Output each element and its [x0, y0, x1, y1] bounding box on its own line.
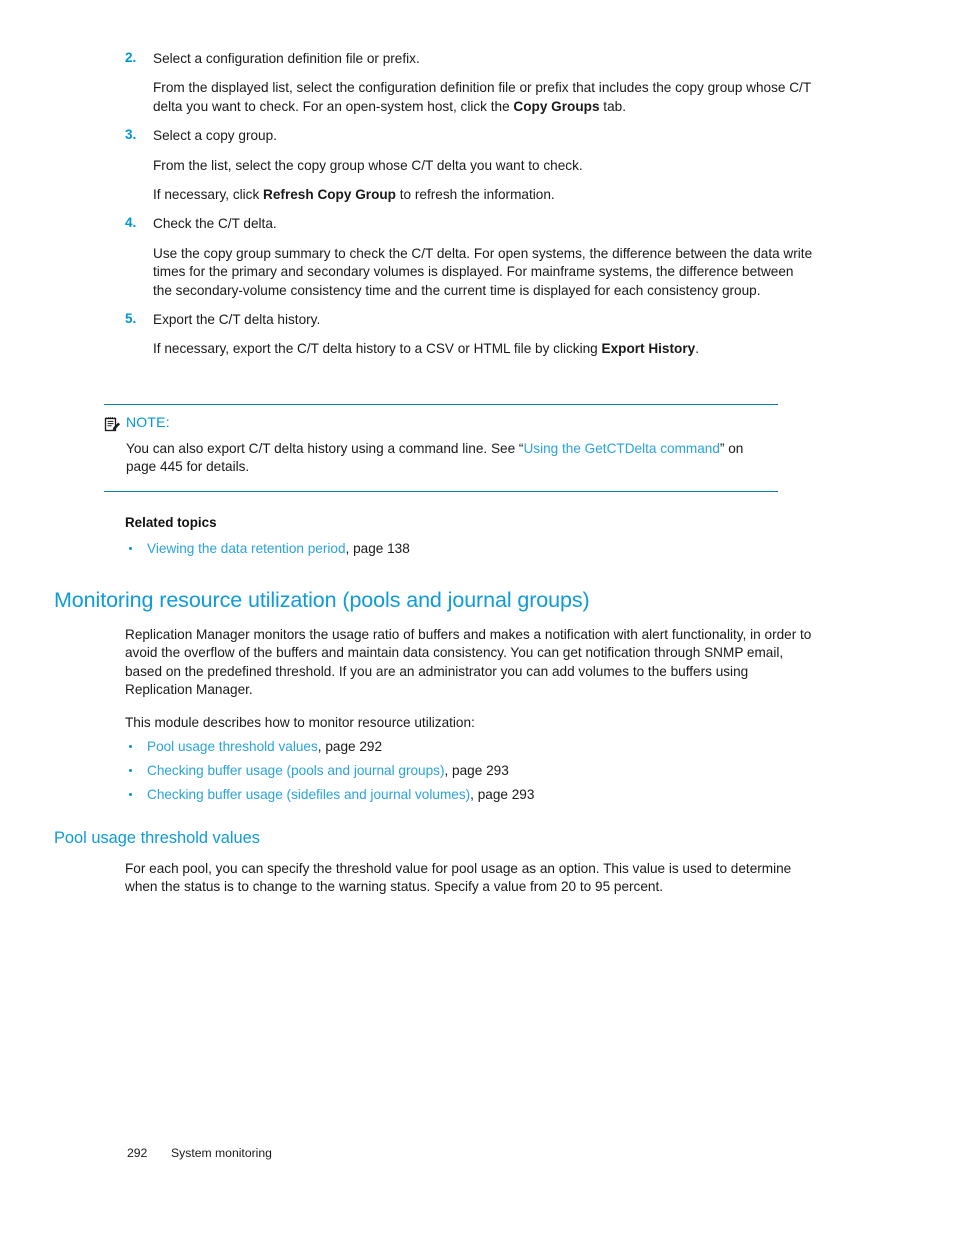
step-number: 4. — [125, 215, 137, 231]
footer-page-number: 292 — [127, 1146, 148, 1160]
step-text: From the displayed list, select the conf… — [153, 80, 811, 114]
list-item: Viewing the data retention period, page … — [125, 540, 815, 558]
note-rule-top — [104, 404, 778, 405]
subsection-paragraph: For each pool, you can specify the thres… — [125, 861, 792, 895]
step-number: 3. — [125, 127, 137, 143]
step-text: If necessary, click — [153, 187, 264, 203]
note-label: NOTE: — [126, 414, 170, 430]
section-link-list: Pool usage threshold values, page 292 Ch… — [125, 738, 815, 810]
step-content: Export the C/T delta history. If necessa… — [153, 311, 815, 359]
step-paragraph: From the displayed list, select the conf… — [153, 79, 815, 116]
note-body: You can also export C/T delta history us… — [126, 440, 776, 477]
ui-label-copy-groups: Copy Groups — [513, 98, 600, 114]
bullet-icon — [129, 768, 133, 773]
list-item: Pool usage threshold values, page 292 — [125, 738, 815, 756]
section-body: Replication Manager monitors the usage r… — [125, 626, 815, 746]
bullet-icon — [129, 745, 133, 749]
step-text-tail: . — [695, 341, 699, 357]
step-text: If necessary, export the C/T delta histo… — [153, 341, 602, 357]
bullet-icon — [129, 547, 133, 551]
module-link[interactable]: Checking buffer usage (pools and journal… — [147, 763, 445, 778]
section-paragraph: This module describes how to monitor res… — [125, 714, 475, 730]
module-link[interactable]: Checking buffer usage (sidefiles and jou… — [147, 787, 470, 802]
module-link-page: , page 293 — [470, 786, 535, 802]
related-link[interactable]: Viewing the data retention period — [147, 541, 346, 556]
module-link[interactable]: Pool usage threshold values — [147, 739, 318, 754]
step-content: Select a configuration definition file o… — [153, 50, 815, 116]
note-rule-bottom — [104, 490, 778, 492]
section-paragraph: Replication Manager monitors the usage r… — [125, 627, 812, 698]
related-link-page: , page 138 — [345, 541, 410, 556]
step-text-tail: tab. — [599, 98, 626, 114]
subsection-heading: Pool usage threshold values — [54, 829, 260, 847]
step-title: Check the C/T delta. — [153, 216, 277, 232]
related-topics-list: Viewing the data retention period, page … — [125, 540, 815, 558]
procedure-step: 3. Select a copy group. From the list, s… — [125, 127, 815, 204]
module-topics-list: Pool usage threshold values, page 292 Ch… — [125, 738, 815, 804]
section-heading: Monitoring resource utilization (pools a… — [54, 588, 590, 612]
step-paragraph: From the list, select the copy group who… — [153, 157, 583, 173]
step-paragraph: If necessary, export the C/T delta histo… — [153, 340, 815, 358]
step-content: Check the C/T delta. Use the copy group … — [153, 215, 815, 300]
related-topics: Related topics Viewing the data retentio… — [125, 515, 815, 564]
step-paragraph: Use the copy group summary to check the … — [153, 245, 813, 298]
note-cross-reference-link[interactable]: Using the GetCTDelta command — [523, 441, 719, 456]
bullet-icon — [129, 792, 133, 797]
step-text-tail: to refresh the information. — [395, 187, 555, 203]
document-page: 2. Select a configuration definition fil… — [0, 0, 954, 1235]
step-title: Select a configuration definition file o… — [153, 51, 420, 66]
procedure-step: 2. Select a configuration definition fil… — [125, 50, 815, 116]
procedure-step: 4. Check the C/T delta. Use the copy gro… — [125, 215, 815, 300]
note-header: NOTE: — [104, 414, 778, 434]
module-link-page: , page 292 — [317, 739, 383, 754]
step-paragraph: If necessary, click Refresh Copy Group t… — [153, 186, 815, 204]
ui-label-export-history: Export History — [601, 341, 696, 357]
note-pencil-icon — [104, 416, 121, 433]
procedure-step: 5. Export the C/T delta history. If nece… — [125, 311, 815, 359]
list-item: Checking buffer usage (sidefiles and jou… — [125, 786, 815, 804]
page-footer: 292 System monitoring — [127, 1146, 272, 1160]
module-link-page: , page 293 — [444, 762, 509, 778]
footer-section-name: System monitoring — [171, 1146, 272, 1160]
note-text: You can also export C/T delta history us… — [126, 441, 524, 456]
procedure-steps: 2. Select a configuration definition fil… — [125, 50, 815, 370]
step-number: 5. — [125, 311, 137, 327]
step-title: Select a copy group. — [153, 128, 277, 144]
list-item: Checking buffer usage (pools and journal… — [125, 762, 815, 780]
ui-label-refresh-copy-group: Refresh Copy Group — [263, 187, 396, 203]
note-callout: NOTE: You can also export C/T delta hist… — [104, 404, 778, 492]
step-title: Export the C/T delta history. — [153, 312, 321, 328]
step-content: Select a copy group. From the list, sele… — [153, 127, 815, 204]
subsection-body: For each pool, you can specify the thres… — [125, 860, 815, 897]
related-topics-title: Related topics — [125, 515, 217, 530]
step-number: 2. — [125, 50, 137, 65]
